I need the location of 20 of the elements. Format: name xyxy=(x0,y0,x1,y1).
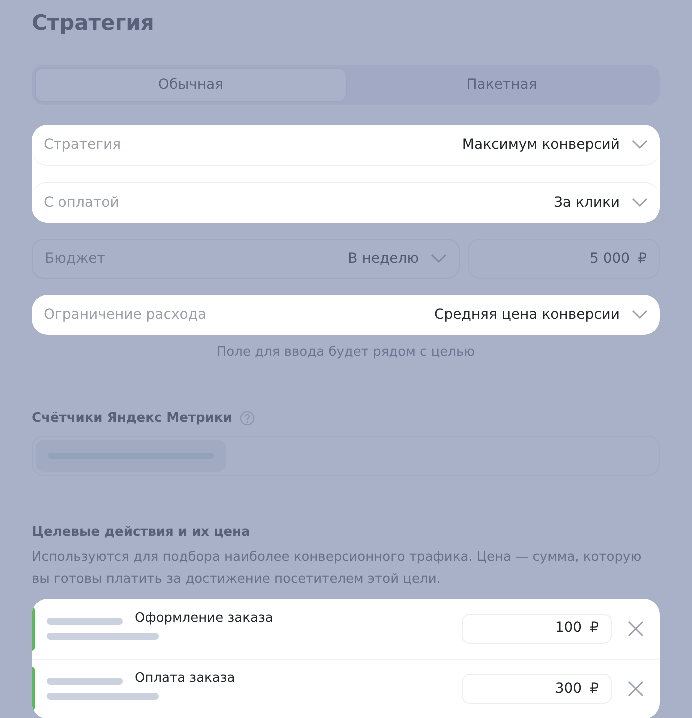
page-title: Стратегия xyxy=(32,10,156,37)
section-description: Используются для подбора наиболее конверсионного трафика. Цена — сумма, которую вы готовы платить за достижение посетителем этой цели. xyxy=(32,548,643,588)
goal-name: Оформление заказа xyxy=(135,610,274,628)
field-value: В неделю xyxy=(348,250,419,268)
section-heading: Счётчики Яндекс Метрики xyxy=(32,410,232,428)
chevron-down-icon xyxy=(431,254,447,264)
goal-price-field[interactable]: 100 ₽ xyxy=(462,614,612,644)
close-icon[interactable] xyxy=(628,620,644,636)
select-field[interactable]: С оплатой За клики xyxy=(32,183,660,223)
select-field[interactable]: Ограничение расхода Средняя цена конверсии xyxy=(32,295,660,335)
goal-name: Оплата заказа xyxy=(135,670,236,688)
close-icon[interactable] xyxy=(628,681,644,697)
chevron-down-icon xyxy=(632,198,648,208)
help-icon[interactable] xyxy=(240,410,256,426)
chevron-down-icon xyxy=(632,310,648,320)
chevron-down-icon xyxy=(632,140,648,150)
field-label: Бюджет xyxy=(45,250,106,268)
hint-text: Поле для ввода будет рядом с целью xyxy=(216,344,476,362)
goal-price-field[interactable]: 300 ₽ xyxy=(462,674,612,704)
section-heading: Целевые действия и их цена xyxy=(32,524,252,542)
